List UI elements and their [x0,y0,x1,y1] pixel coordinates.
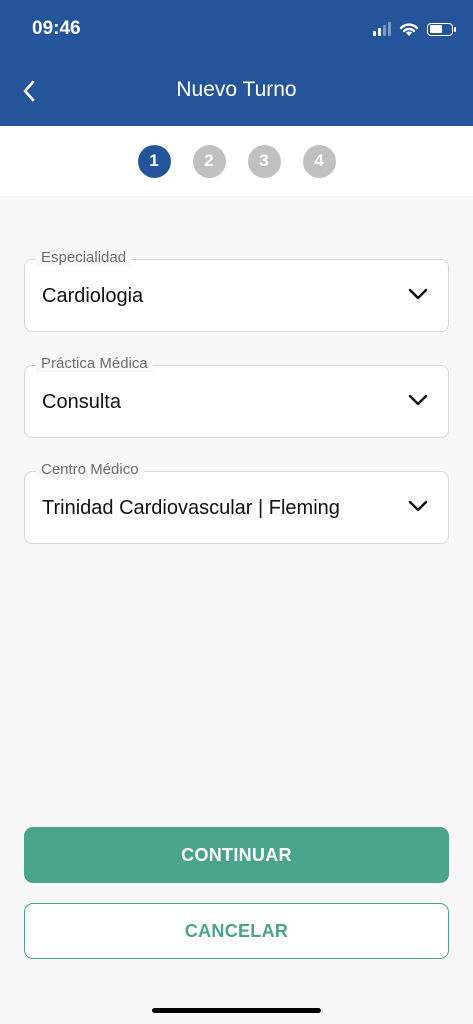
app-header: 09:46 Nuevo Turno [0,0,473,126]
chevron-down-icon [408,288,428,300]
especialidad-value: Cardiologia [42,285,144,307]
home-indicator[interactable] [152,1008,321,1013]
centro-medico-value: Trinidad Cardiovascular | Fleming [42,497,340,519]
step-2[interactable]: 2 [192,144,226,178]
battery-icon [427,22,456,36]
especialidad-select[interactable]: Especialidad Cardiologia [24,249,449,332]
practica-medica-label: Práctica Médica [36,355,153,372]
step-indicator: 1 2 3 4 [0,126,473,196]
cellular-signal-icon [373,22,391,36]
step-4[interactable]: 4 [302,144,336,178]
step-1[interactable]: 1 [137,144,171,178]
status-time: 09:46 [32,18,81,39]
centro-medico-select[interactable]: Centro Médico Trinidad Cardiovascular | … [24,461,449,544]
page-title: Nuevo Turno [176,78,297,101]
practica-medica-select[interactable]: Práctica Médica Consulta [24,355,449,438]
practica-medica-value: Consulta [42,391,121,413]
status-icons [373,20,456,38]
wifi-icon [399,22,419,36]
chevron-down-icon [408,394,428,406]
especialidad-label: Especialidad [36,249,132,266]
centro-medico-label: Centro Médico [36,461,144,478]
chevron-down-icon [408,500,428,512]
continue-button[interactable]: CONTINUAR [24,827,449,883]
step-3[interactable]: 3 [247,144,281,178]
cancel-button[interactable]: CANCELAR [24,903,449,959]
